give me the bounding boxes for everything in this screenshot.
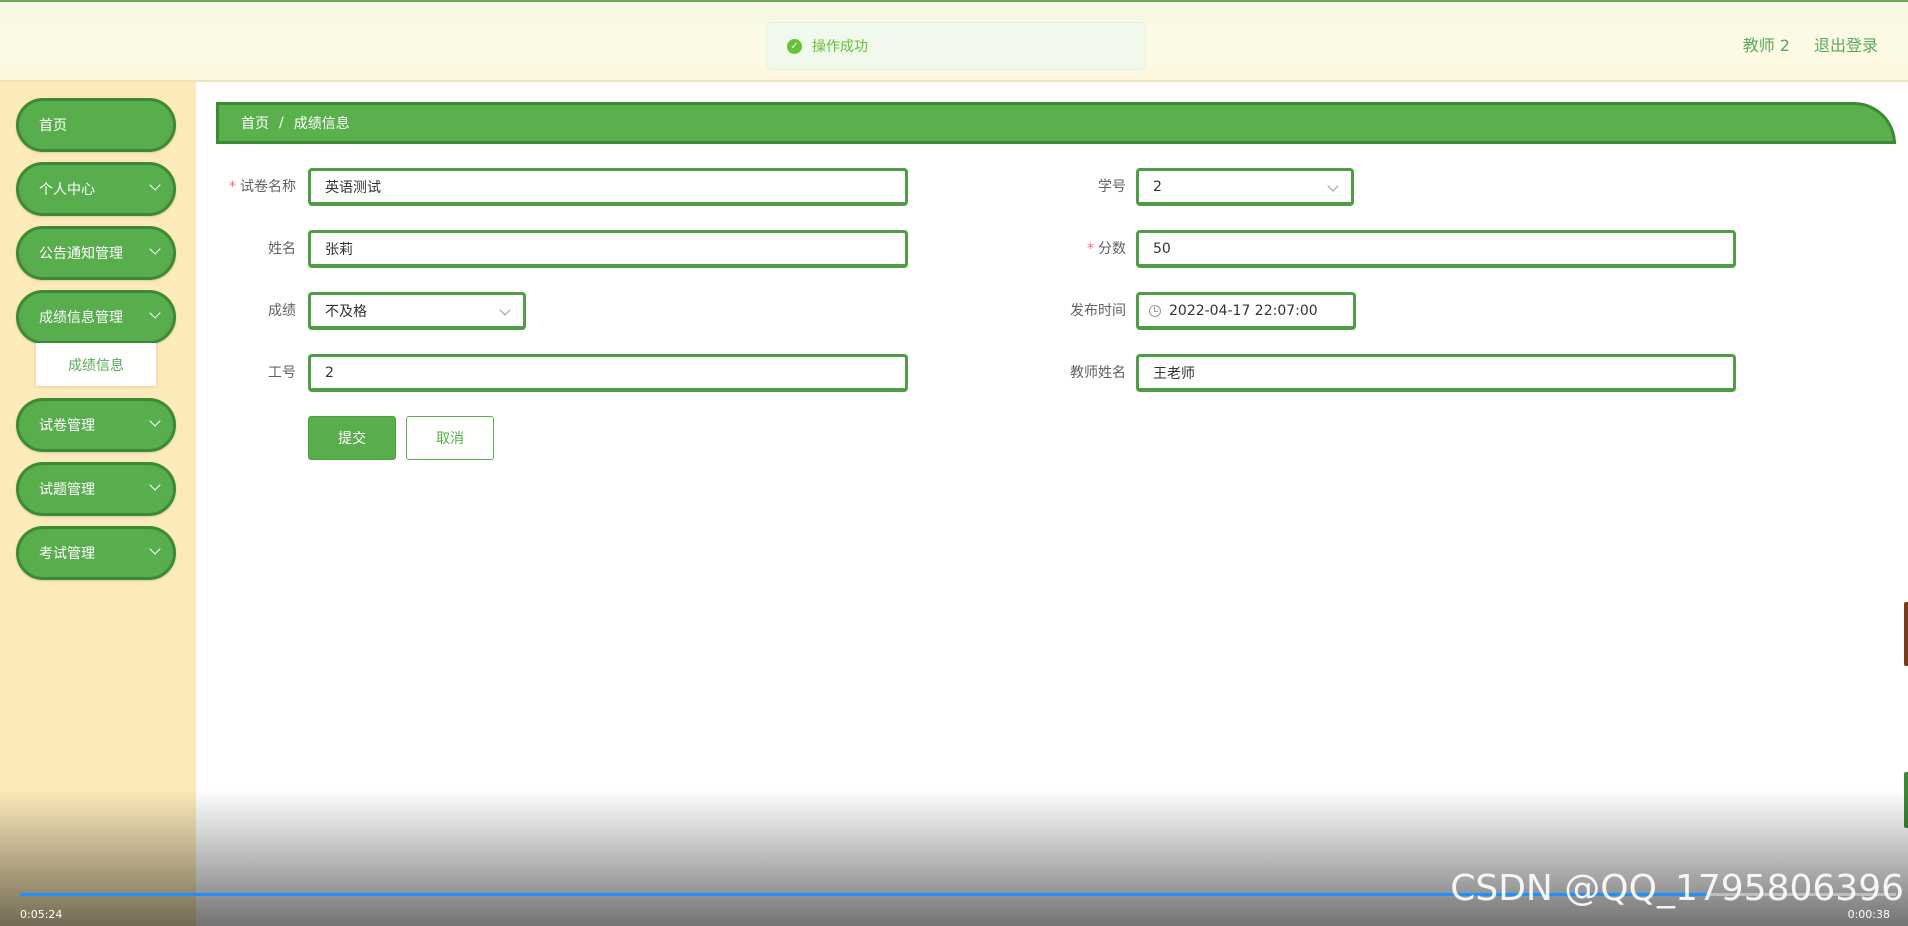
sidebar-item-label: 成绩信息管理 <box>39 310 123 326</box>
sidebar-item-paper-management[interactable]: 试卷管理 <box>16 398 176 452</box>
teacher-name-label: 教师姓名 <box>1070 365 1126 381</box>
chevron-down-icon <box>499 304 511 316</box>
edge-tab-bottom[interactable] <box>1904 772 1908 828</box>
sidebar-item-label: 试卷管理 <box>39 418 95 434</box>
breadcrumb: 首页 / 成绩信息 <box>216 102 1896 144</box>
cancel-button[interactable]: 取消 <box>406 416 494 460</box>
chevron-down-icon <box>149 243 161 255</box>
sidebar: 首页 个人中心 公告通知管理 成绩信息管理 试卷管理 试题管理 考试管理 <box>0 82 196 926</box>
video-elapsed-time: 0:05:24 <box>20 908 63 921</box>
publish-time-value: 2022-04-17 22:07:00 <box>1169 302 1318 319</box>
teacher-name-input[interactable]: 王老师 <box>1136 354 1736 392</box>
video-remaining-time: 0:00:38 <box>1847 908 1890 921</box>
student-id-value: 2 <box>1153 178 1162 195</box>
student-id-select[interactable]: 2 <box>1136 168 1354 206</box>
grade-value: 不及格 <box>325 303 367 320</box>
sidebar-item-notice-management[interactable]: 公告通知管理 <box>16 226 176 280</box>
paper-name-label-text: 试卷名称 <box>240 179 296 195</box>
paper-name-value: 英语测试 <box>325 179 381 196</box>
required-mark: * <box>1087 241 1094 257</box>
paper-name-input[interactable]: 英语测试 <box>308 168 908 206</box>
name-label: 姓名 <box>268 241 296 257</box>
name-value: 张莉 <box>325 241 353 258</box>
grade-label: 成绩 <box>268 303 296 319</box>
sidebar-item-label: 公告通知管理 <box>39 246 123 262</box>
breadcrumb-current: 成绩信息 <box>293 116 350 132</box>
paper-name-label: * 试卷名称 <box>206 168 296 206</box>
chevron-down-icon <box>149 479 161 491</box>
chevron-down-icon <box>149 415 161 427</box>
publish-time-label: 发布时间 <box>1070 303 1126 319</box>
publish-time-picker[interactable]: 2022-04-17 22:07:00 <box>1136 292 1356 330</box>
grade-select[interactable]: 不及格 <box>308 292 526 330</box>
current-user[interactable]: 教师 2 <box>1743 32 1790 56</box>
sidebar-item-label: 个人中心 <box>39 182 95 198</box>
sidebar-item-home[interactable]: 首页 <box>16 98 176 152</box>
sidebar-item-personal-center[interactable]: 个人中心 <box>16 162 176 216</box>
sidebar-item-question-management[interactable]: 试题管理 <box>16 462 176 516</box>
watermark: CSDN @QQ_1795806396 <box>1450 868 1904 909</box>
staff-id-input[interactable]: 2 <box>308 354 908 392</box>
success-toast: ✓ 操作成功 <box>766 22 1146 70</box>
check-circle-icon: ✓ <box>787 38 802 54</box>
sidebar-item-label: 首页 <box>39 118 67 134</box>
submenu-item-score-info[interactable]: 成绩信息 <box>36 343 156 386</box>
chevron-down-icon <box>149 543 161 555</box>
score-input[interactable]: 50 <box>1136 230 1736 268</box>
sidebar-item-exam-management[interactable]: 考试管理 <box>16 526 176 580</box>
breadcrumb-home[interactable]: 首页 <box>241 113 269 133</box>
sidebar-item-label: 试题管理 <box>39 482 95 498</box>
staff-id-value: 2 <box>325 364 334 381</box>
name-input[interactable]: 张莉 <box>308 230 908 268</box>
logout-link[interactable]: 退出登录 <box>1814 32 1878 56</box>
submit-button[interactable]: 提交 <box>308 416 396 460</box>
score-label-text: 分数 <box>1098 241 1126 257</box>
clock-icon <box>1149 304 1161 317</box>
score-label: * 分数 <box>1036 230 1126 268</box>
edge-tab-top[interactable] <box>1904 602 1908 666</box>
toast-message: 操作成功 <box>812 39 868 55</box>
chevron-down-icon <box>149 179 161 191</box>
sidebar-item-score-management[interactable]: 成绩信息管理 <box>16 290 176 344</box>
teacher-name-value: 王老师 <box>1153 365 1195 382</box>
user-area: 教师 2 退出登录 <box>1743 32 1878 56</box>
sidebar-item-label: 考试管理 <box>39 546 95 562</box>
score-value: 50 <box>1153 240 1171 257</box>
breadcrumb-separator: / <box>279 115 284 131</box>
chevron-down-icon <box>149 307 161 319</box>
required-mark: * <box>229 179 236 195</box>
student-id-label: 学号 <box>1098 179 1126 195</box>
chevron-down-icon <box>1327 180 1339 192</box>
staff-id-label: 工号 <box>268 365 296 381</box>
